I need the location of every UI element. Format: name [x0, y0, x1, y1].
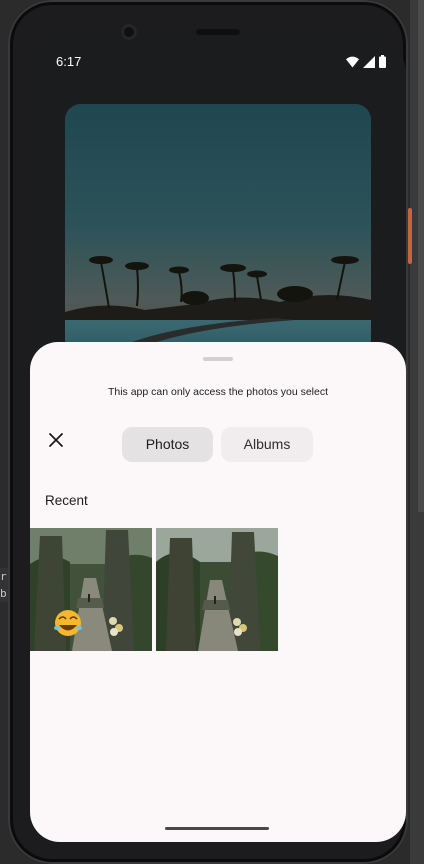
front-camera	[121, 24, 137, 40]
tab-albums[interactable]: Albums	[221, 427, 313, 462]
gesture-navigation-bar[interactable]	[165, 827, 269, 830]
status-time: 6:17	[56, 54, 82, 69]
background-strip	[418, 0, 424, 512]
status-bar: 6:17	[56, 52, 386, 72]
drag-handle[interactable]	[203, 357, 233, 361]
photo-picker-sheet: This app can only access the photos you …	[30, 342, 406, 842]
photo-thumbnail[interactable]	[30, 528, 152, 651]
status-icons	[346, 55, 386, 73]
access-notice: This app can only access the photos you …	[107, 386, 329, 398]
phone-frame: 6:17 This app can only access the photos…	[8, 0, 408, 864]
phone-side-button	[408, 208, 412, 264]
phone-screen: 6:17 This app can only access the photos…	[30, 42, 406, 842]
wifi-icon	[346, 55, 359, 73]
photo-thumbnail[interactable]	[156, 528, 278, 651]
section-title-recent: Recent	[45, 493, 88, 508]
tab-photos[interactable]: Photos	[122, 427, 213, 462]
battery-icon	[379, 55, 386, 73]
earpiece-speaker	[196, 29, 240, 35]
close-icon	[49, 432, 63, 452]
signal-icon	[363, 55, 375, 73]
close-button[interactable]	[44, 430, 68, 454]
background-photo	[65, 104, 371, 354]
